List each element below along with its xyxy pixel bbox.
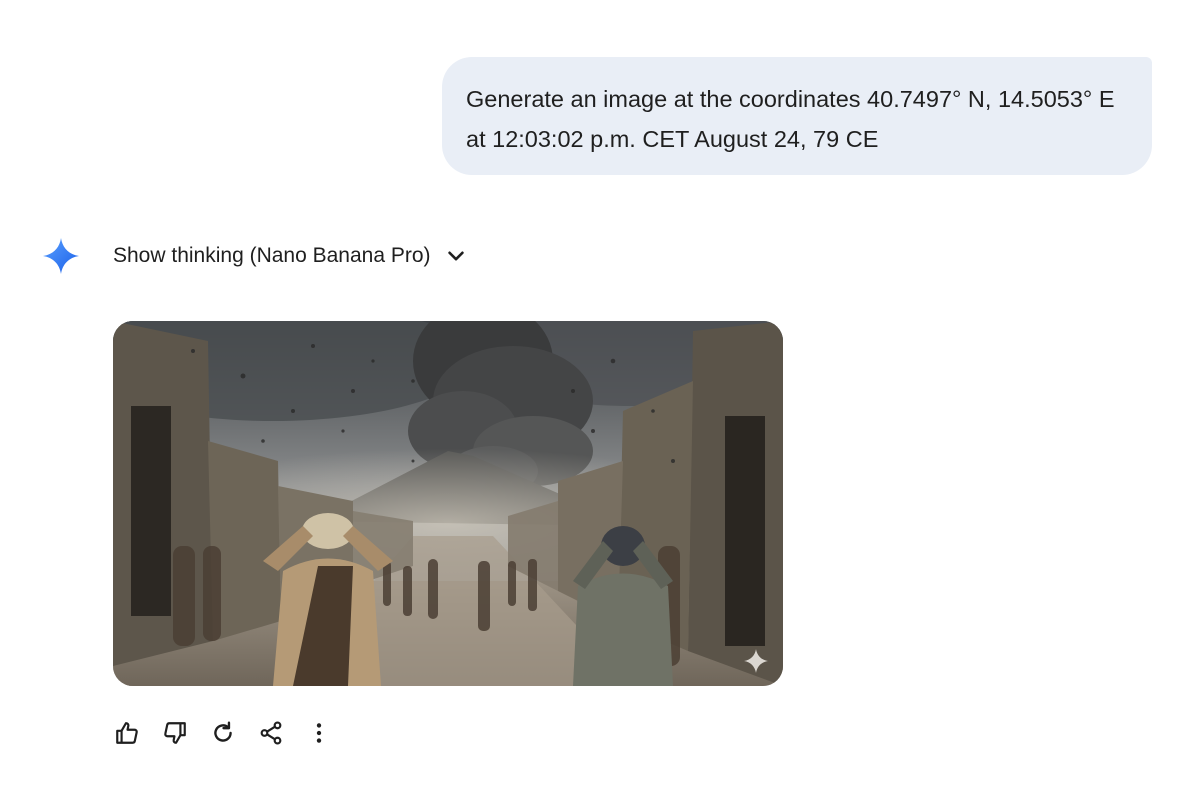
more-options-button[interactable] bbox=[302, 715, 336, 751]
user-message-line-1: Generate an image at the coordinates 40.… bbox=[466, 86, 1115, 112]
chevron-down-icon bbox=[447, 251, 464, 261]
share-button[interactable] bbox=[254, 715, 288, 751]
share-icon bbox=[260, 721, 282, 745]
user-message-line-2: at 12:03:02 p.m. CET August 24, 79 CE bbox=[466, 126, 879, 152]
response-action-bar bbox=[110, 715, 336, 751]
more-vert-icon bbox=[316, 723, 322, 743]
user-message-bubble: Generate an image at the coordinates 40.… bbox=[442, 57, 1152, 175]
gemini-spark-icon bbox=[42, 237, 80, 275]
show-thinking-label: Show thinking (Nano Banana Pro) bbox=[113, 244, 431, 267]
show-thinking-toggle[interactable]: Show thinking (Nano Banana Pro) bbox=[113, 238, 467, 274]
redo-button[interactable] bbox=[206, 715, 240, 751]
thumbs-down-icon bbox=[164, 722, 186, 744]
generated-image[interactable] bbox=[113, 321, 783, 686]
thumbs-up-icon bbox=[116, 722, 138, 744]
chat-page: Generate an image at the coordinates 40.… bbox=[0, 0, 1200, 795]
thumbs-down-button[interactable] bbox=[158, 715, 192, 751]
generated-image-artwork bbox=[113, 321, 783, 686]
refresh-icon bbox=[214, 721, 232, 742]
thumbs-up-button[interactable] bbox=[110, 715, 144, 751]
spark-watermark-icon bbox=[744, 649, 768, 673]
